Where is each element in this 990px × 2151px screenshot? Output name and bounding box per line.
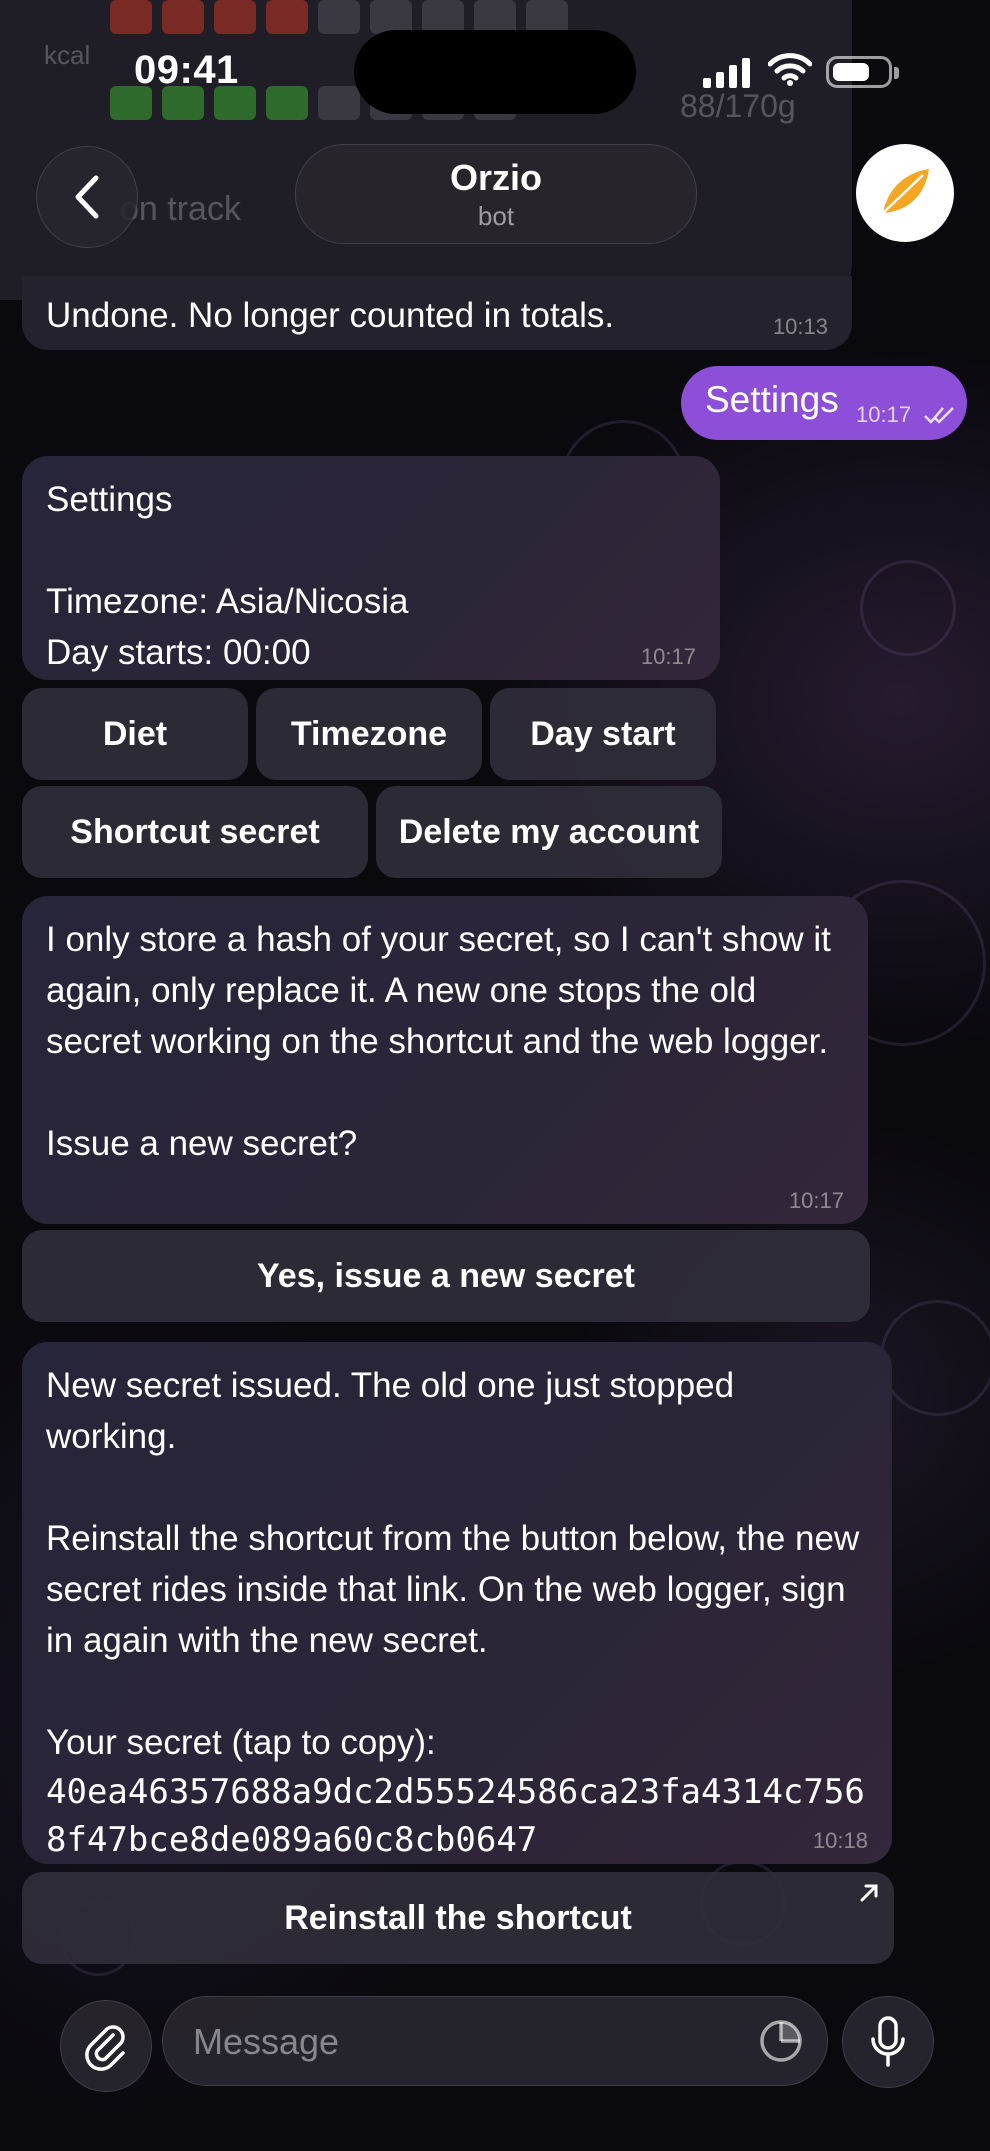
secret-code[interactable]: 40ea46357688a9dc2d55524586ca23fa4314c756… xyxy=(46,1768,866,1864)
message-time: 10:17 xyxy=(640,644,696,669)
external-link-arrow-icon xyxy=(860,1884,878,1902)
chat-title-name: Orzio xyxy=(449,157,542,198)
read-checkmarks-icon xyxy=(924,407,954,424)
message-text: Settings xyxy=(705,379,839,420)
cellular-signal-icon xyxy=(703,56,750,88)
incoming-message: I only store a hash of your secret, so I… xyxy=(22,896,868,1224)
reinstall-shortcut-label: Reinstall the shortcut xyxy=(284,1898,632,1937)
back-button[interactable] xyxy=(36,146,138,248)
attach-button[interactable] xyxy=(60,2000,152,2092)
message-input[interactable] xyxy=(191,2015,715,2069)
bot-avatar[interactable] xyxy=(856,144,954,242)
timezone-button[interactable]: Timezone xyxy=(256,688,482,780)
wifi-icon xyxy=(768,53,812,86)
message-text: I only store a hash of your secret, so I… xyxy=(46,920,831,1163)
incoming-message: New secret issued. The old one just stop… xyxy=(22,1342,892,1864)
status-time: 09:41 xyxy=(134,48,239,92)
delete-account-button[interactable]: Delete my account xyxy=(376,786,722,878)
message-composer xyxy=(0,1980,990,2151)
message-time: 10:17 xyxy=(788,1188,844,1213)
chevron-left-icon xyxy=(75,175,99,219)
microphone-icon xyxy=(871,2016,905,2067)
outgoing-message: Settings 10:17 xyxy=(681,366,967,440)
message-time: 10:13 xyxy=(772,314,828,339)
battery-icon xyxy=(826,56,899,88)
issue-new-secret-button[interactable]: Yes, issue a new secret xyxy=(22,1230,870,1322)
leaf-logo-icon xyxy=(882,169,929,214)
wallpaper-doodle xyxy=(860,560,956,656)
day-start-button[interactable]: Day start xyxy=(490,688,716,780)
microphone-button[interactable] xyxy=(842,1996,934,2088)
incoming-message: Settings Timezone: Asia/Nicosia Day star… xyxy=(22,456,720,680)
ghost-on-track: on track xyxy=(120,190,241,228)
reinstall-shortcut-button[interactable]: Reinstall the shortcut xyxy=(22,1872,894,1964)
chat-subtitle: bot xyxy=(477,201,515,231)
status-bar: 09:41 xyxy=(0,0,990,140)
message-text: Undone. No longer counted in totals. xyxy=(46,296,615,335)
shortcut-secret-button[interactable]: Shortcut secret xyxy=(22,786,368,878)
message-time: 10:17 xyxy=(856,402,912,427)
paperclip-icon xyxy=(85,2025,125,2071)
wallpaper-doodle xyxy=(880,1300,990,1416)
dynamic-island xyxy=(354,30,636,114)
diet-button[interactable]: Diet xyxy=(22,688,248,780)
incoming-message: Undone. No longer counted in totals. 10:… xyxy=(22,276,852,350)
message-field[interactable] xyxy=(162,1996,828,2086)
chat-title[interactable]: Orzio bot xyxy=(295,144,697,244)
message-time: 10:18 xyxy=(812,1828,868,1853)
message-text: Settings Timezone: Asia/Nicosia Day star… xyxy=(46,480,409,672)
message-text: New secret issued. The old one just stop… xyxy=(46,1366,860,1762)
sticker-icon[interactable] xyxy=(757,2017,805,2065)
